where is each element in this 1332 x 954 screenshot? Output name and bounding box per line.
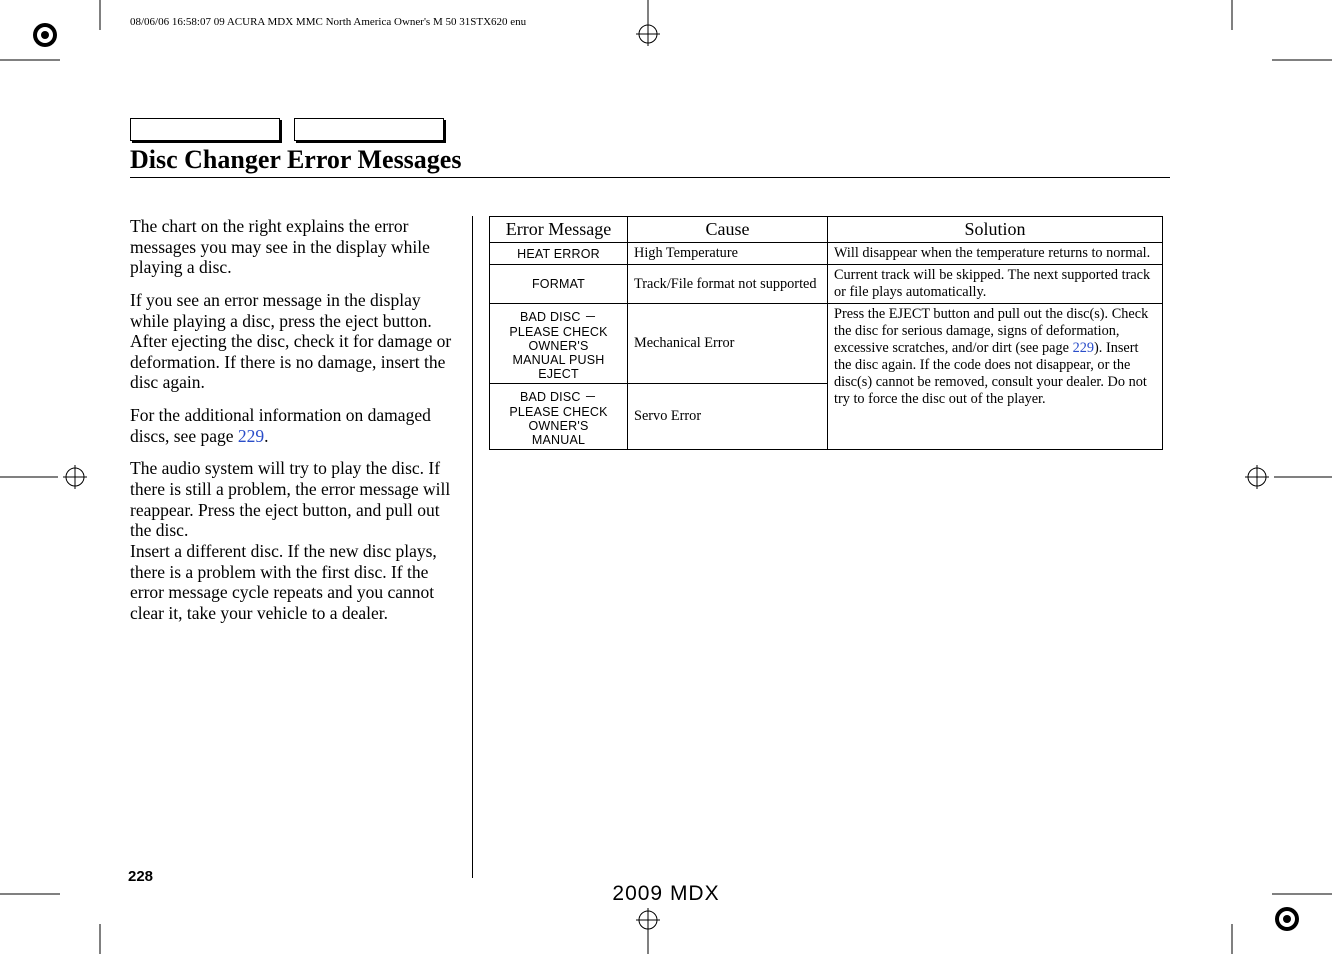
solution-cell: Will disappear when the temperature retu… bbox=[828, 243, 1163, 265]
page-title: Disc Changer Error Messages bbox=[130, 145, 1170, 175]
paragraph: If you see an error message in the displ… bbox=[130, 290, 456, 393]
page-link[interactable]: 229 bbox=[1073, 340, 1094, 356]
error-msg-cell: BAD DISC － PLEASE CHECK OWNER'S MANUAL bbox=[490, 384, 628, 450]
paragraph: For the additional information on damage… bbox=[130, 405, 456, 446]
body-text-column: The chart on the right explains the erro… bbox=[130, 216, 456, 636]
table-row: BAD DISC － PLEASE CHECK OWNER'S MANUAL P… bbox=[490, 304, 1163, 384]
table-header-row: Error Message Cause Solution bbox=[490, 217, 1163, 243]
solution-cell: Press the EJECT button and pull out the … bbox=[828, 304, 1163, 450]
cause-cell: Track/File format not supported bbox=[628, 265, 828, 304]
solution-cell: Current track will be skipped. The next … bbox=[828, 265, 1163, 304]
placeholder-box bbox=[130, 118, 280, 141]
title-placeholder-boxes bbox=[130, 118, 1170, 141]
error-msg-cell: FORMAT bbox=[490, 265, 628, 304]
placeholder-box bbox=[294, 118, 444, 141]
col-header-cause: Cause bbox=[628, 217, 828, 243]
column-divider bbox=[472, 216, 473, 878]
col-header-solution: Solution bbox=[828, 217, 1163, 243]
cause-cell: Servo Error bbox=[628, 384, 828, 450]
error-message-table: Error Message Cause Solution HEAT ERROR … bbox=[489, 216, 1163, 450]
table-row: FORMAT Track/File format not supported C… bbox=[490, 265, 1163, 304]
paragraph: Insert a different disc. If the new disc… bbox=[130, 541, 456, 624]
paragraph: The audio system will try to play the di… bbox=[130, 458, 456, 541]
paragraph: The chart on the right explains the erro… bbox=[130, 216, 456, 278]
error-msg-cell: BAD DISC － PLEASE CHECK OWNER'S MANUAL P… bbox=[490, 304, 628, 384]
footer-model-year: 2009 MDX bbox=[0, 882, 1332, 906]
col-header-error: Error Message bbox=[490, 217, 628, 243]
cause-cell: Mechanical Error bbox=[628, 304, 828, 384]
page-link[interactable]: 229 bbox=[238, 426, 264, 446]
cause-cell: High Temperature bbox=[628, 243, 828, 265]
print-header: 08/06/06 16:58:07 09 ACURA MDX MMC North… bbox=[130, 16, 526, 28]
title-divider bbox=[130, 177, 1170, 178]
error-msg-cell: HEAT ERROR bbox=[490, 243, 628, 265]
table-row: HEAT ERROR High Temperature Will disappe… bbox=[490, 243, 1163, 265]
